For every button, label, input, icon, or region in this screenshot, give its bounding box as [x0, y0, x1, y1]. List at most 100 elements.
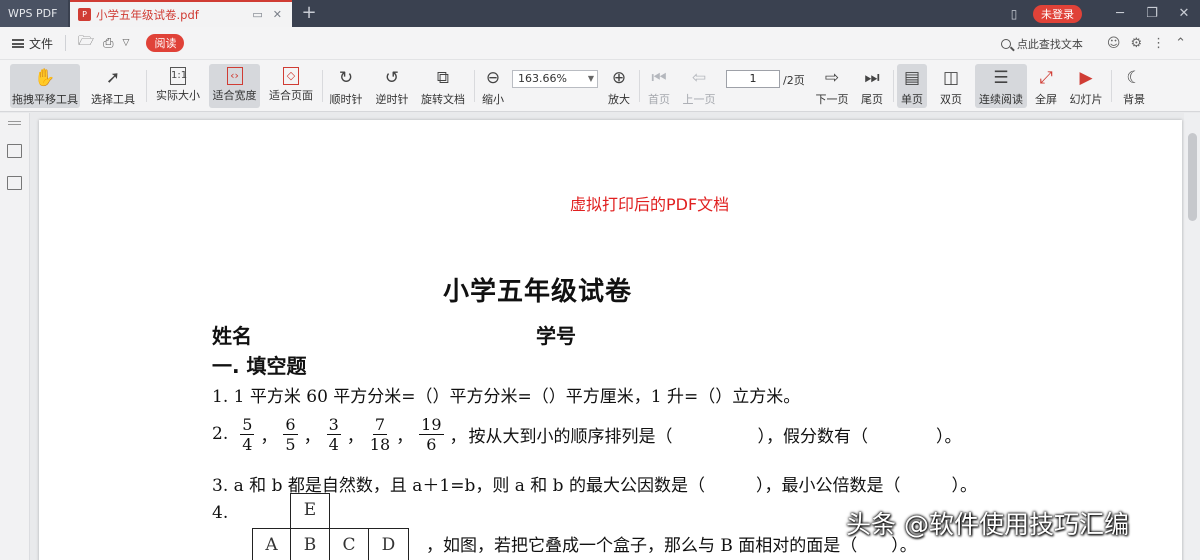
fraction-separator: ，: [396, 426, 414, 447]
fraction: 34: [326, 414, 341, 454]
comment-icon[interactable]: ☺: [1107, 36, 1121, 51]
next-page-button[interactable]: ⇨ 下一页: [812, 64, 852, 108]
divider: [146, 70, 147, 102]
last-page-button[interactable]: ⏭ 尾页: [856, 64, 888, 108]
title-bar-controls: ▯ 未登录 ─ ❐ ✕: [1001, 0, 1200, 27]
first-page-button[interactable]: ⏮ 首页: [644, 64, 674, 108]
cube-net-cell: A: [252, 528, 291, 560]
cube-net-cell-top: E: [290, 493, 330, 529]
rotate-counterclockwise-button[interactable]: ↺ 逆时针: [372, 64, 412, 108]
rotate-clockwise-icon: ↻: [338, 68, 354, 88]
fraction: 7 18: [370, 415, 390, 454]
cursor-icon: ➚: [105, 68, 121, 88]
fit-page-icon: ◇: [283, 67, 299, 85]
fraction-numerator: 5: [240, 414, 255, 435]
zoom-in-icon: ⊕: [611, 68, 627, 88]
question-1: 1. 1 平方米 60 平方分米=（）平方分米=（）平方厘米，1 升=（）立方米…: [212, 387, 801, 407]
slideshow-label: 幻灯片: [1069, 93, 1103, 106]
first-page-label: 首页: [648, 93, 670, 106]
zoom-level-select[interactable]: 163.66% ▼: [512, 70, 598, 88]
double-page-icon: ◫: [942, 68, 960, 88]
more-options-icon[interactable]: ⋮: [1152, 36, 1165, 51]
monitor-icon[interactable]: ▭: [252, 8, 262, 21]
fraction-denominator: 5: [285, 434, 296, 454]
pdf-page: 虚拟打印后的PDF文档 小学五年级试卷 姓名 学号 一. 填空题 1. 1 平方…: [39, 120, 1182, 560]
page-number-input[interactable]: 1: [726, 70, 780, 88]
open-folder-icon[interactable]: 🗁: [78, 32, 94, 54]
previous-page-button[interactable]: ⇦ 上一页: [680, 64, 718, 108]
question-4-number: 4.: [212, 503, 229, 523]
divider: [893, 70, 894, 102]
main-toolbar: ✋ 拖拽平移工具 ➚ 选择工具 1:1 实际大小 ‹› 适合宽度 ◇ 适合页面 …: [0, 60, 1200, 112]
fraction-numerator: 7: [372, 414, 388, 435]
hamburger-icon: [12, 38, 24, 48]
rotate-counterclockwise-icon: ↺: [384, 68, 400, 88]
fraction-numerator: 19: [419, 414, 444, 435]
thumbnail-image-icon[interactable]: [7, 176, 22, 190]
fraction-separator: ，: [346, 426, 364, 447]
gear-icon[interactable]: ⚙: [1130, 36, 1142, 51]
fit-page-button[interactable]: ◇ 适合页面: [265, 64, 317, 108]
close-window-icon[interactable]: ✕: [1168, 6, 1200, 21]
name-label: 姓名: [212, 324, 252, 348]
pan-tool-button[interactable]: ✋ 拖拽平移工具: [10, 64, 80, 108]
menu-row: 文件 🗁 ⎙ ▽ 阅读 点此查找文本 ☺ ⚙ ⋮ ⌃: [0, 27, 1200, 60]
fit-width-label: 适合宽度: [212, 89, 257, 102]
hand-icon: ✋: [34, 68, 56, 88]
select-tool-button[interactable]: ➚ 选择工具: [86, 64, 140, 108]
restore-icon[interactable]: ❐: [1136, 6, 1168, 21]
fit-width-button[interactable]: ‹› 适合宽度: [209, 64, 260, 108]
document-tab[interactable]: P 小学五年级试卷.pdf ▭ ✕: [70, 0, 292, 27]
double-page-button[interactable]: ◫ 双页: [933, 64, 969, 108]
question-2: 2. 5 4， 6 5， 3 4， 7 18， 19 6， 按从大到小的顺序排列是（ ），假分数有…: [212, 412, 962, 456]
divider: [639, 70, 640, 102]
new-tab-button[interactable]: +: [299, 2, 319, 24]
cube-net-cell: B: [290, 528, 330, 560]
zoom-out-icon: ⊖: [485, 68, 501, 88]
slideshow-button[interactable]: ▶ 幻灯片: [1067, 64, 1105, 108]
find-text-box[interactable]: 点此查找文本: [1000, 36, 1083, 52]
vertical-scrollbar[interactable]: [1184, 113, 1200, 560]
login-button[interactable]: 未登录: [1033, 4, 1082, 23]
pan-tool-label: 拖拽平移工具: [12, 93, 78, 106]
title-bar: WPS PDF P 小学五年级试卷.pdf ▭ ✕ + ▯ 未登录 ─ ❐ ✕: [0, 0, 1200, 27]
background-button[interactable]: ☾ 背景: [1116, 64, 1152, 108]
actual-size-button[interactable]: 1:1 实际大小: [152, 64, 204, 108]
fraction-numerator: 6: [283, 414, 298, 435]
fullscreen-button[interactable]: ⤢ 全屏: [1032, 64, 1060, 108]
rotate-document-button[interactable]: ⧉ 旋转文档: [418, 64, 468, 108]
minimize-icon[interactable]: ─: [1104, 6, 1136, 21]
chevron-down-icon: ▼: [587, 74, 594, 83]
rotate-clockwise-button[interactable]: ↻ 顺时针: [326, 64, 366, 108]
rotate-document-icon: ⧉: [436, 68, 450, 88]
slideshow-icon: ▶: [1079, 68, 1093, 88]
fraction-separator: ，: [303, 426, 321, 447]
actual-size-icon: 1:1: [170, 67, 187, 85]
print-icon[interactable]: ⎙: [103, 36, 113, 51]
zoom-out-button[interactable]: ⊖ 缩小: [478, 64, 508, 108]
read-mode-button[interactable]: 阅读: [146, 34, 185, 52]
page-total-label: /2页: [783, 74, 805, 87]
fraction-numerator: 3: [326, 414, 341, 435]
divider: [474, 70, 475, 102]
single-page-icon: ▤: [903, 68, 921, 88]
student-id-label: 学号: [536, 324, 576, 348]
app-tab[interactable]: WPS PDF: [0, 0, 68, 27]
fraction: 65: [283, 414, 298, 454]
question-2-text: 按从大到小的顺序排列是（ ），假分数有（ ）。: [468, 426, 962, 447]
dropdown-arrow-icon[interactable]: ▽: [123, 38, 130, 48]
continuous-reading-label: 连续阅读: [979, 93, 1023, 106]
cube-net-cell: C: [329, 528, 369, 560]
single-page-button[interactable]: ▤ 单页: [897, 64, 927, 108]
continuous-reading-button[interactable]: ☰ 连续阅读: [975, 64, 1027, 108]
outline-icon[interactable]: [7, 144, 22, 158]
zoom-in-button[interactable]: ⊕ 放大: [604, 64, 634, 108]
scrollbar-thumb[interactable]: [1188, 133, 1197, 221]
select-tool-label: 选择工具: [91, 93, 135, 106]
file-menu[interactable]: 文件: [12, 35, 53, 52]
collapse-icon[interactable]: ⌃: [1175, 36, 1186, 51]
sidebar-grip-icon[interactable]: [8, 121, 21, 122]
menu-right-tools: 点此查找文本 ☺ ⚙ ⋮ ⌃: [1000, 27, 1186, 60]
close-tab-icon[interactable]: ✕: [273, 8, 282, 21]
tablet-mode-icon[interactable]: ▯: [1001, 7, 1027, 21]
